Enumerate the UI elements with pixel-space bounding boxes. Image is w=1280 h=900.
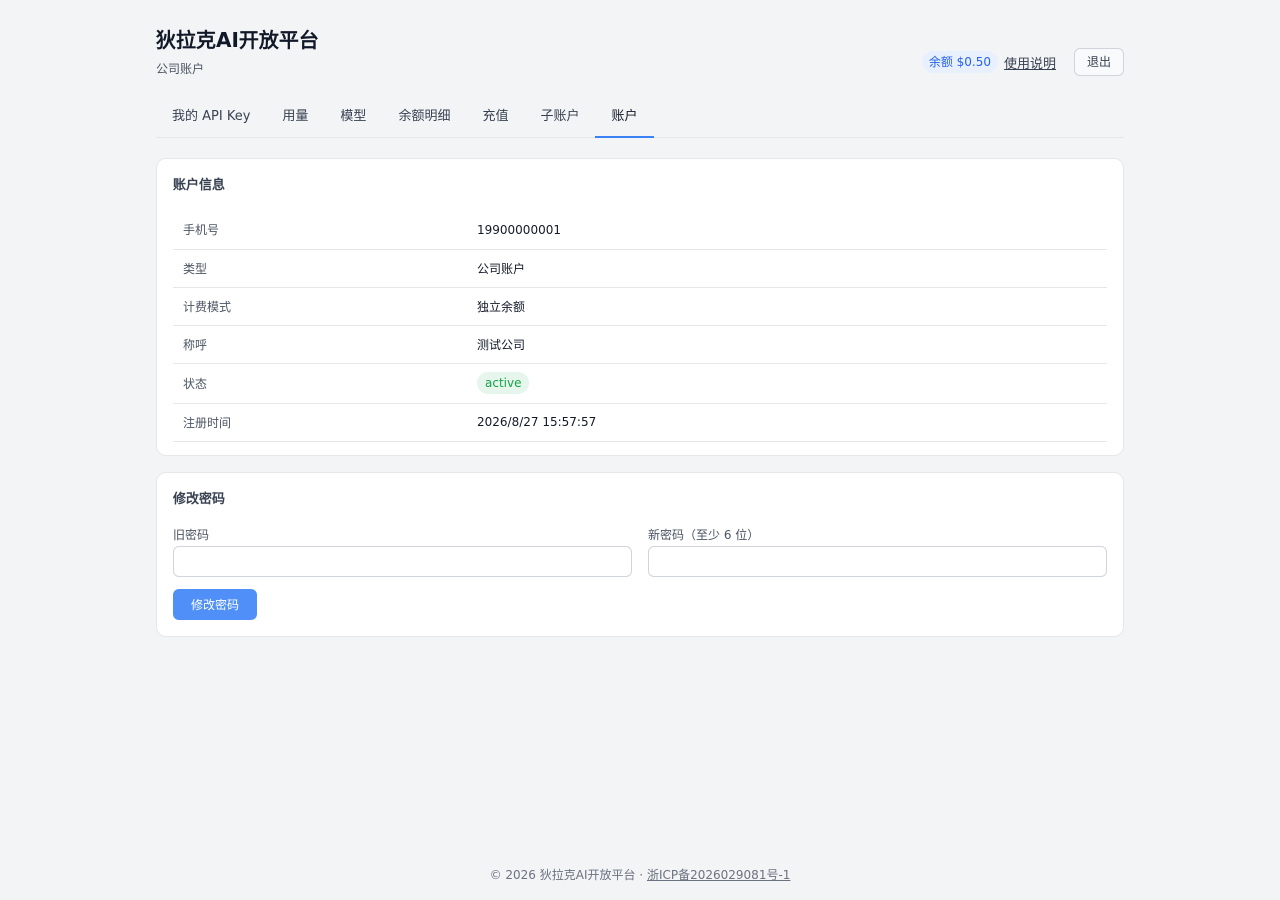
registered-at-value: 2026/8/27 15:57:57 <box>477 403 1107 442</box>
page: 狄拉克AI开放平台 公司账户 余额 $0.50 使用说明 退出 我的 API K… <box>0 0 1280 900</box>
tab-account[interactable]: 账户 <box>595 98 654 138</box>
change-password-button[interactable]: 修改密码 <box>173 589 257 620</box>
type-value: 公司账户 <box>477 249 1107 288</box>
account-info-card: 账户信息 手机号 19900000001 类型 公司账户 计费模式 独立余额 称… <box>156 158 1124 456</box>
new-password-input[interactable] <box>648 546 1107 577</box>
account-info-title: 账户信息 <box>173 178 226 193</box>
logout-button[interactable]: 退出 <box>1074 48 1124 76</box>
registered-at-label: 注册时间 <box>173 403 477 442</box>
type-label: 类型 <box>173 249 477 288</box>
tab-bar: 我的 API Key 用量 模型 余额明细 充值 子账户 账户 <box>156 98 1124 138</box>
table-row: 注册时间 2026/8/27 15:57:57 <box>173 403 1107 442</box>
display-name-label: 称呼 <box>173 325 477 364</box>
tab-sub-accounts[interactable]: 子账户 <box>524 98 595 138</box>
change-password-card: 修改密码 旧密码 新密码（至少 6 位） 修改密码 <box>156 472 1124 637</box>
billing-mode-label: 计费模式 <box>173 287 477 326</box>
billing-mode-value: 独立余额 <box>477 287 1107 326</box>
tab-usage[interactable]: 用量 <box>266 98 324 138</box>
table-row: 状态 active <box>173 363 1107 404</box>
phone-label: 手机号 <box>173 211 477 250</box>
tab-api-key[interactable]: 我的 API Key <box>156 98 266 138</box>
tab-balance-details[interactable]: 余额明细 <box>382 98 466 138</box>
footer: © 2026 狄拉克AI开放平台 · 浙ICP备2026029081号-1 <box>0 866 1280 884</box>
table-row: 称呼 测试公司 <box>173 325 1107 364</box>
header-actions: 余额 $0.50 使用说明 退出 <box>921 48 1124 76</box>
status-label: 状态 <box>173 363 477 404</box>
app-title: 狄拉克AI开放平台 <box>156 28 319 52</box>
change-password-title: 修改密码 <box>173 492 226 507</box>
old-password-input[interactable] <box>173 546 632 577</box>
table-row: 手机号 19900000001 <box>173 211 1107 250</box>
table-row: 计费模式 独立余额 <box>173 287 1107 326</box>
status-badge: active <box>477 372 530 394</box>
phone-value: 19900000001 <box>477 211 1107 250</box>
account-type-subtitle: 公司账户 <box>156 62 205 76</box>
icp-link[interactable]: 浙ICP备2026029081号-1 <box>647 868 790 882</box>
display-name-value: 测试公司 <box>477 325 1107 364</box>
table-row: 类型 公司账户 <box>173 249 1107 288</box>
help-link[interactable]: 使用说明 <box>1004 53 1056 72</box>
tab-models[interactable]: 模型 <box>324 98 382 138</box>
tab-recharge[interactable]: 充值 <box>466 98 524 138</box>
new-password-label: 新密码（至少 6 位） <box>648 528 760 542</box>
footer-copyright: © 2026 狄拉克AI开放平台 · <box>489 868 647 882</box>
account-info-table: 手机号 19900000001 类型 公司账户 计费模式 独立余额 称呼 测试公… <box>173 211 1107 442</box>
old-password-label: 旧密码 <box>173 528 210 542</box>
balance-badge: 余额 $0.50 <box>921 51 998 73</box>
